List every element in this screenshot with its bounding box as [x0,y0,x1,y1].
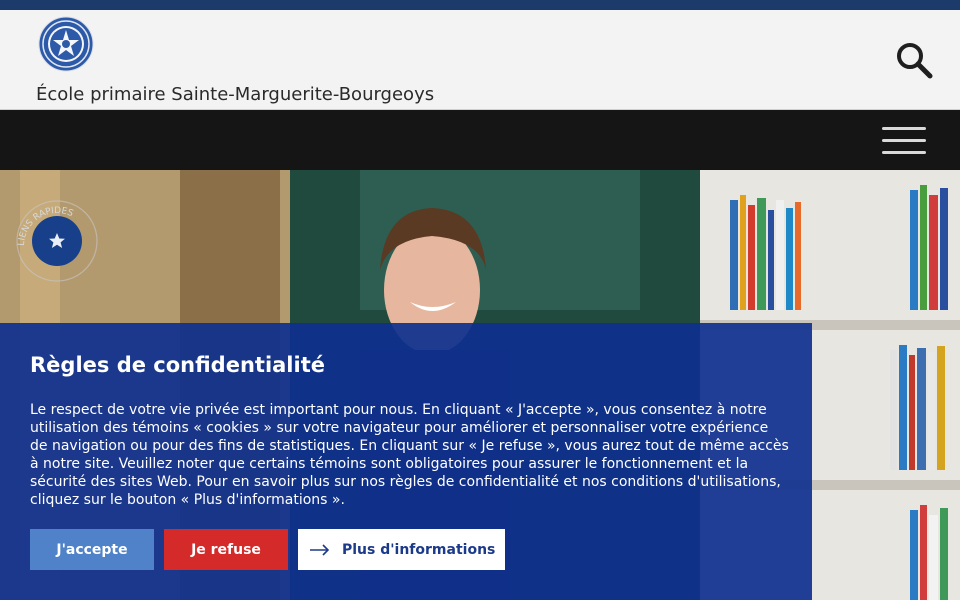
more-info-button-label: Plus d'informations [342,541,496,558]
refuse-button-label: Je refuse [191,541,261,558]
school-name[interactable]: École primaire Sainte-Marguerite-Bourgeo… [36,84,434,105]
main-nav-bar [0,110,960,170]
school-crest-icon[interactable] [38,16,94,72]
quick-links-button[interactable]: LIENS RAPIDES [14,196,100,282]
refuse-button[interactable]: Je refuse [164,529,288,570]
accept-button-label: J'accepte [56,541,128,558]
accept-button[interactable]: J'accepte [30,529,154,570]
arrow-right-icon [310,543,330,556]
hamburger-menu-icon[interactable] [882,127,926,155]
privacy-body-text: Le respect de votre vie privée est impor… [30,402,789,508]
site-header: École primaire Sainte-Marguerite-Bourgeo… [0,10,960,110]
search-icon[interactable] [894,40,934,80]
more-info-button[interactable]: Plus d'informations [298,529,505,570]
top-accent-strip [0,0,960,10]
privacy-title: Règles de confidentialité [30,353,325,377]
privacy-consent-dialog: Règles de confidentialité Le respect de … [0,323,812,600]
